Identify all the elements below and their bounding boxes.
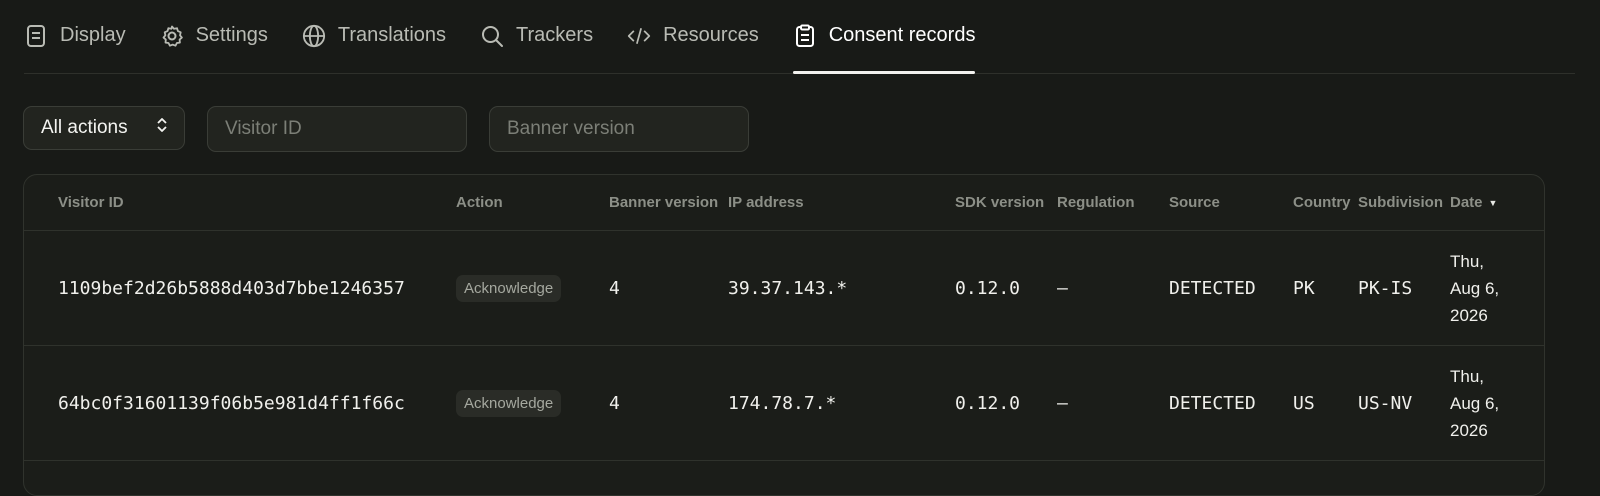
- subdivision-cell: PK-IS: [1358, 277, 1413, 299]
- visitor-id-cell: 64bc0f31601139f06b5e981d4ff1f66c: [58, 392, 405, 414]
- sdk-version-cell: 0.12.0: [955, 392, 1021, 414]
- column-header-action[interactable]: Action: [456, 175, 503, 230]
- column-header-country[interactable]: Country: [1293, 175, 1351, 230]
- tab-settings-label: Settings: [195, 24, 268, 46]
- tab-bar: Display Settings Translations Trackers R…: [24, 0, 1575, 74]
- source-cell: DETECTED: [1169, 392, 1256, 414]
- table-header-row: Visitor ID Action Banner version IP addr…: [24, 175, 1544, 231]
- tab-display-label: Display: [60, 24, 126, 46]
- tab-display[interactable]: Display: [24, 0, 126, 73]
- chevron-up-down-icon: [156, 116, 168, 140]
- date-weekday: Thu,: [1450, 251, 1485, 271]
- column-header-date-label: Date: [1450, 194, 1483, 211]
- tab-trackers[interactable]: Trackers: [480, 0, 593, 73]
- code-icon: [627, 24, 651, 48]
- banner-version-cell: 4: [609, 392, 620, 414]
- column-header-regulation[interactable]: Regulation: [1057, 175, 1135, 230]
- column-header-ip-address[interactable]: IP address: [728, 175, 804, 230]
- clipboard-icon: [793, 24, 817, 48]
- column-header-sdk-version[interactable]: SDK version: [955, 175, 1044, 230]
- action-badge: Acknowledge: [456, 389, 562, 417]
- action-select[interactable]: All actions: [23, 106, 185, 150]
- column-header-visitor-id[interactable]: Visitor ID: [58, 175, 124, 230]
- banner-version-cell: 4: [609, 277, 620, 299]
- column-header-banner-version[interactable]: Banner version: [609, 175, 718, 230]
- ip-address-cell: 39.37.143.*: [728, 277, 848, 299]
- visitor-id-input[interactable]: [207, 106, 467, 152]
- regulation-cell: –: [1057, 392, 1068, 414]
- ip-address-cell: 174.78.7.*: [728, 392, 837, 414]
- tab-consent-records-label: Consent records: [828, 24, 976, 46]
- banner-version-input[interactable]: [489, 106, 749, 152]
- tab-trackers-label: Trackers: [516, 24, 594, 46]
- tab-consent-records[interactable]: Consent records: [792, 0, 976, 74]
- tab-resources-label: Resources: [663, 24, 759, 46]
- search-icon: [480, 24, 504, 48]
- country-cell: US: [1293, 392, 1315, 414]
- sort-descending-icon: ▼: [1488, 197, 1498, 208]
- subdivision-cell: US-NV: [1358, 392, 1413, 414]
- date-year: 2026: [1450, 305, 1488, 325]
- date-month-day: Aug 6,: [1450, 393, 1500, 413]
- column-header-subdivision[interactable]: Subdivision: [1358, 175, 1443, 230]
- action-select-value: All actions: [41, 117, 128, 138]
- sdk-version-cell: 0.12.0: [955, 277, 1021, 299]
- source-cell: DETECTED: [1169, 277, 1256, 299]
- date-month-day: Aug 6,: [1450, 278, 1500, 298]
- date-weekday: Thu,: [1450, 366, 1485, 386]
- date-year: 2026: [1450, 420, 1488, 440]
- action-cell: Acknowledge: [456, 346, 562, 460]
- globe-icon: [302, 24, 326, 48]
- consent-records-table: Visitor ID Action Banner version IP addr…: [23, 174, 1545, 496]
- action-cell: Acknowledge: [456, 231, 562, 345]
- tab-settings[interactable]: Settings: [160, 0, 268, 73]
- filter-bar: All actions: [23, 106, 749, 152]
- regulation-cell: –: [1057, 277, 1068, 299]
- tab-resources[interactable]: Resources: [627, 0, 759, 73]
- gear-icon: [160, 24, 184, 48]
- visitor-id-cell: 1109bef2d26b5888d403d7bbe1246357: [58, 277, 405, 299]
- date-cell: Thu, Aug 6, 2026: [1450, 346, 1499, 460]
- date-cell: Thu, Aug 6, 2026: [1450, 231, 1499, 345]
- tab-translations-label: Translations: [337, 24, 447, 46]
- action-badge: Acknowledge: [456, 274, 562, 302]
- column-header-date[interactable]: Date ▼: [1450, 175, 1497, 230]
- tab-translations[interactable]: Translations: [302, 0, 446, 73]
- column-header-source[interactable]: Source: [1169, 175, 1220, 230]
- country-cell: PK: [1293, 277, 1315, 299]
- document-icon: [24, 24, 48, 48]
- table-row[interactable]: 64bc0f31601139f06b5e981d4ff1f66c Acknowl…: [24, 346, 1544, 461]
- table-row[interactable]: 1109bef2d26b5888d403d7bbe1246357 Acknowl…: [24, 231, 1544, 346]
